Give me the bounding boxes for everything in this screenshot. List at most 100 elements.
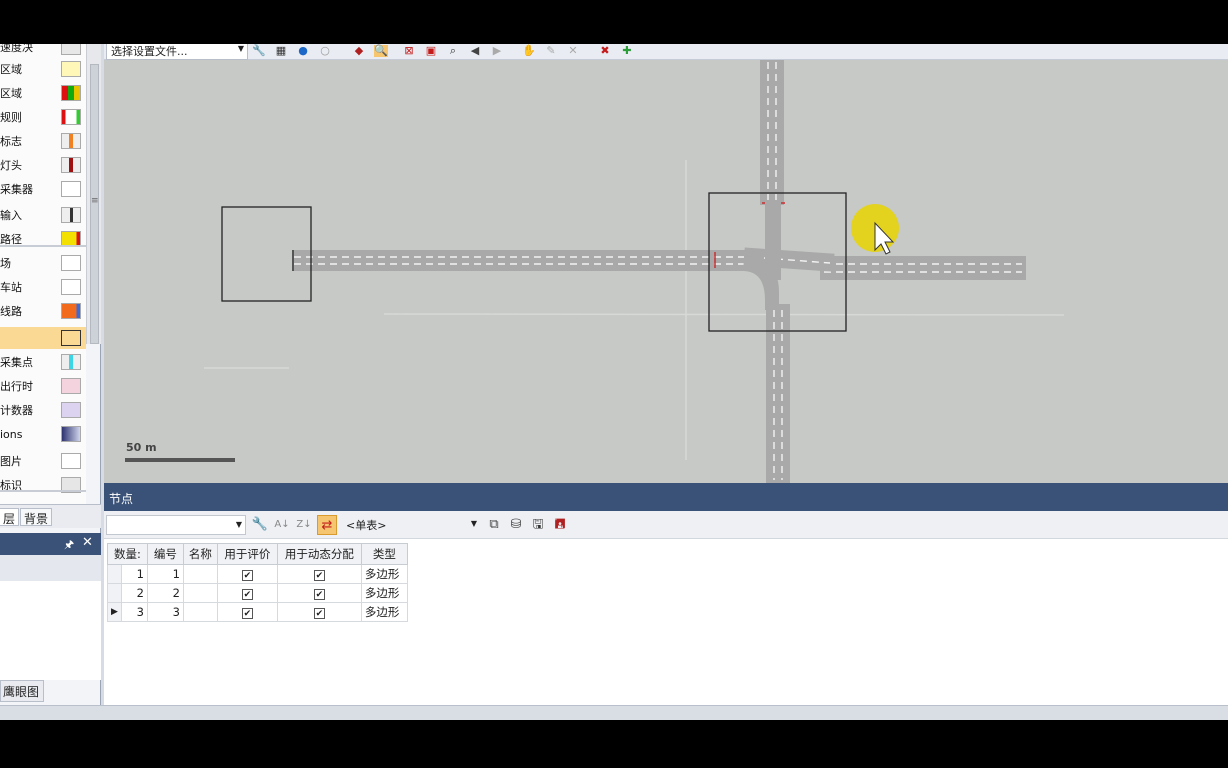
column-type[interactable]: 类型 [360,543,408,565]
cell-name[interactable] [182,564,218,584]
layer-style-swatch[interactable] [61,279,81,295]
cell-name[interactable] [182,583,218,603]
checkbox[interactable]: ✔ [241,608,253,619]
layer-style-swatch[interactable] [61,133,81,149]
link-east[interactable] [820,256,1026,280]
layer-style-swatch[interactable] [61,85,81,101]
hand-icon[interactable]: ✋ [522,45,536,57]
tab-layers[interactable]: 层 [0,508,20,526]
checkbox[interactable]: ✔ [313,570,325,581]
layer-item[interactable]: 计数器 [0,399,86,421]
graphic-preset-select[interactable]: 选择设置文件... ▼ [106,44,248,60]
close-icon[interactable]: ✕ [82,535,93,550]
layer-style-swatch[interactable] [61,255,81,271]
sync-icon[interactable]: ⇄ [317,515,337,535]
circle-icon[interactable]: ○ [318,45,332,57]
magnifier-icon[interactable]: ⌕ [446,45,460,57]
sort-asc-icon[interactable]: A↓ [272,515,292,535]
database-icon[interactable]: ⛁ [506,515,526,535]
layer-style-swatch[interactable] [61,61,81,77]
save-as-icon[interactable]: 🖪 [550,515,570,535]
table-row[interactable]: ▶ 3 3 ✔ ✔ 多边形 [107,602,408,622]
cell-type[interactable]: 多边形 [360,564,408,584]
layer-item[interactable]: 速度决 [0,44,86,58]
layer-item[interactable]: 采集点 [0,351,86,373]
layer-style-swatch[interactable] [61,157,81,173]
layer-item[interactable]: 灯头 [0,154,86,176]
link-north[interactable] [760,60,784,205]
zoom-icon[interactable]: 🔍 [374,45,388,57]
layer-style-swatch[interactable] [61,330,81,346]
layer-item[interactable]: 区域 [0,82,86,104]
checkbox[interactable]: ✔ [241,589,253,600]
cell-use-dynamic-assignment[interactable]: ✔ [276,564,362,584]
cell-use-dynamic-assignment[interactable]: ✔ [276,602,362,622]
color-icon[interactable]: ✚ [620,45,634,57]
layers-icon[interactable]: ◆ [352,45,366,57]
layer-style-swatch[interactable] [61,453,81,469]
layer-style-swatch[interactable] [61,354,81,370]
network-canvas[interactable]: 50 m [104,60,1228,483]
tab-background[interactable]: 背景 [20,508,53,526]
sort-desc-icon[interactable]: Z↓ [294,515,314,535]
checkbox[interactable]: ✔ [241,570,253,581]
edit-icon[interactable]: ✎ [544,45,558,57]
save-icon[interactable]: 🖫 [528,515,548,535]
zoom-window-icon[interactable]: ▣ [424,45,438,57]
layer-style-swatch[interactable] [61,426,81,442]
layer-style-swatch[interactable] [61,109,81,125]
layer-style-swatch[interactable] [61,207,81,223]
cell-id[interactable]: 3 [146,602,184,622]
cell-use-evaluation[interactable]: ✔ [216,583,278,603]
layer-list-scrollbar[interactable]: ≡ [86,44,101,344]
cell-use-evaluation[interactable]: ✔ [216,564,278,584]
column-use-evaluation[interactable]: 用于评价 [216,543,278,565]
close-red-icon[interactable]: ✖ [598,45,612,57]
filter-select[interactable]: ▼ [106,515,246,535]
table-row[interactable]: 2 2 ✔ ✔ 多边形 [107,583,408,603]
layer-style-swatch[interactable] [61,402,81,418]
layer-style-swatch[interactable] [61,44,81,55]
row-indicator[interactable] [107,564,122,584]
table-row[interactable]: 1 1 ✔ ✔ 多边形 [107,564,408,584]
layer-style-swatch[interactable] [61,181,81,197]
layer-item[interactable]: 采集器 [0,178,86,200]
layer-item[interactable]: 图片 [0,450,86,472]
layer-item[interactable]: 场 [0,252,86,274]
layer-style-swatch[interactable] [61,303,81,319]
cell-type[interactable]: 多边形 [360,602,408,622]
cell-use-evaluation[interactable]: ✔ [216,602,278,622]
cell-type[interactable]: 多边形 [360,583,408,603]
forward-arrow-icon[interactable]: ▶ [490,45,504,57]
column-id[interactable]: 编号 [146,543,184,565]
wrench-icon[interactable]: 🔧 [252,45,266,57]
wrench-icon[interactable]: 🔧 [250,515,270,535]
cell-use-dynamic-assignment[interactable]: ✔ [276,583,362,603]
layer-item[interactable]: ions [0,423,86,445]
globe-icon[interactable]: ● [296,45,310,57]
cell-count[interactable]: 2 [120,583,148,603]
delete-icon[interactable]: ✕ [566,45,580,57]
tab-overview-map[interactable]: 鹰眼图 [0,680,44,702]
cell-count[interactable]: 1 [120,564,148,584]
row-indicator[interactable] [107,583,122,603]
layer-item[interactable]: 区域 [0,58,86,80]
layer-item[interactable]: 规则 [0,106,86,128]
grid-icon[interactable]: ▦ [274,45,288,57]
zoom-extent-icon[interactable]: ⊠ [402,45,416,57]
cell-id[interactable]: 2 [146,583,184,603]
layer-item[interactable]: 出行时 [0,375,86,397]
layer-item[interactable]: 标志 [0,130,86,152]
column-count[interactable]: 数量: [107,543,148,565]
column-use-dynamic-assignment[interactable]: 用于动态分配 [276,543,362,565]
link-west[interactable] [292,250,762,271]
checkbox[interactable]: ✔ [313,608,325,619]
cell-id[interactable]: 1 [146,564,184,584]
copy-icon[interactable]: ⧉ [484,515,504,535]
layer-item[interactable] [0,327,86,349]
column-name[interactable]: 名称 [182,543,218,565]
layer-item[interactable]: 标识 [0,474,86,496]
cell-count[interactable]: 3 [120,602,148,622]
layer-item[interactable]: 车站 [0,276,86,298]
pin-icon[interactable]: 🖈 [64,536,74,555]
